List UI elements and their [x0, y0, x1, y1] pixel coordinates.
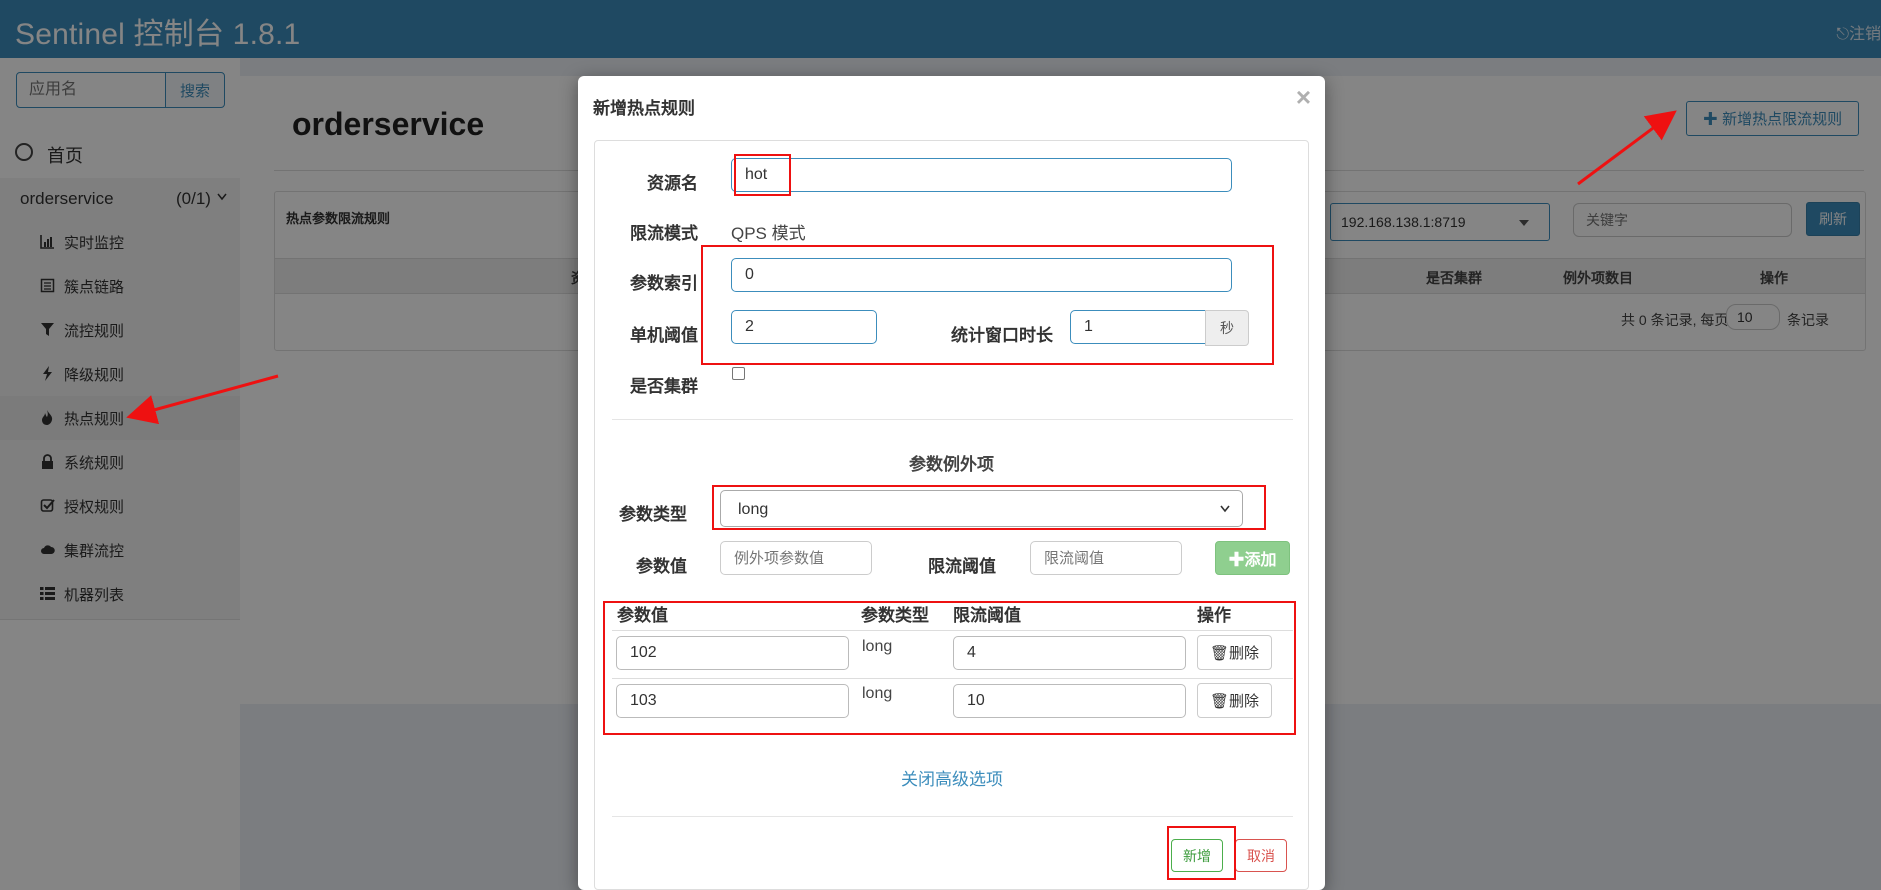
arrow-to-hotspot-menu — [126, 374, 279, 425]
annotation-arrows — [126, 110, 1677, 425]
arrow-to-add-rule-button — [1577, 110, 1677, 186]
